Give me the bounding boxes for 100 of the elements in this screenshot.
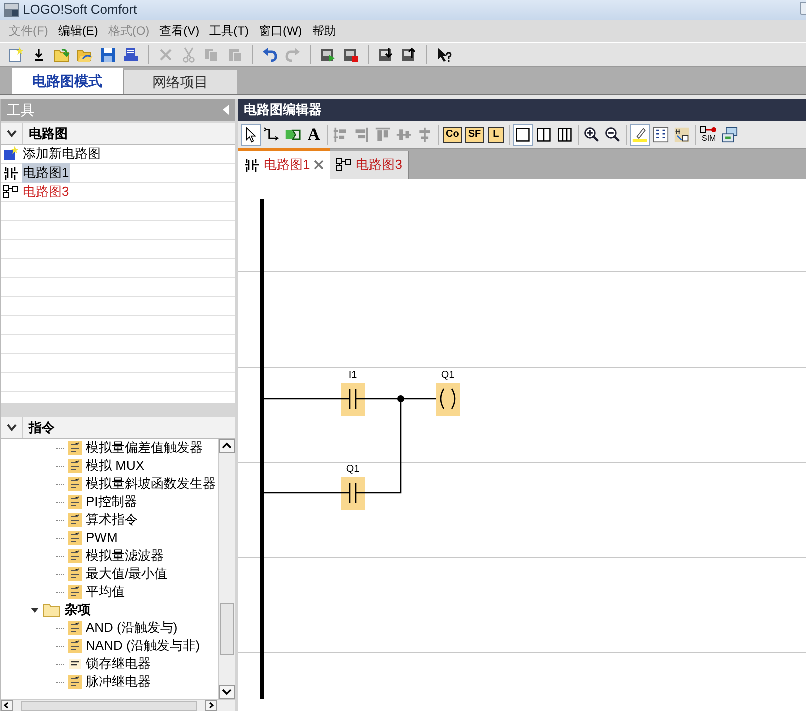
scroll-left-icon[interactable]: [1, 700, 13, 711]
ladder-icon: [244, 157, 260, 173]
menu-item[interactable]: 帮助: [307, 22, 342, 40]
instruction-item[interactable]: 锁存继电器: [86, 654, 151, 674]
pencil-icon: [632, 126, 648, 142]
block-icon: [68, 477, 82, 491]
diagram-list-item[interactable]: 添加新电路图: [22, 145, 102, 164]
menu-item[interactable]: 窗口(W): [254, 22, 308, 40]
diagram-tab[interactable]: 电路图3: [330, 151, 410, 179]
sim-icon: [700, 126, 718, 135]
print-icon: [123, 46, 139, 62]
menu-item[interactable]: 编辑(E): [53, 22, 104, 40]
block-icon: [68, 639, 82, 653]
three-pane-icon: [557, 126, 574, 142]
online-test-icon: [722, 126, 738, 142]
menu-item[interactable]: 查看(V): [154, 22, 205, 40]
chevron-icon[interactable]: [6, 424, 16, 432]
window-title: LOGO!Soft Comfort: [23, 1, 138, 20]
diagram-list-item[interactable]: 电路图3: [22, 182, 70, 202]
editor-tool-button[interactable]: SIM: [699, 124, 720, 146]
align-center-icon: [417, 126, 433, 142]
element-label: I1: [348, 370, 358, 381]
expand-arrow-icon[interactable]: [31, 606, 39, 614]
cut-icon: [181, 46, 197, 62]
align-middle-icon: [396, 126, 412, 142]
folder-icon: [43, 602, 61, 618]
block-icon: [68, 531, 82, 545]
instruction-item[interactable]: 最大值/最小值: [86, 564, 168, 584]
new-document-icon: [8, 46, 24, 62]
mapping-icon: [674, 126, 690, 142]
align-left-icon: [333, 126, 349, 142]
menu-item[interactable]: 工具(T): [204, 22, 254, 40]
block-icon: [68, 567, 82, 581]
connector-icon: [264, 126, 280, 142]
contact-symbol[interactable]: [340, 477, 366, 510]
scroll-right-icon[interactable]: [205, 700, 217, 711]
editor-tool-button[interactable]: [630, 124, 650, 146]
instruction-item[interactable]: PI控制器: [86, 492, 138, 512]
block-icon: [68, 513, 82, 527]
section-title: 指令: [28, 418, 55, 437]
save-icon: [100, 46, 116, 62]
two-pane-icon: [536, 126, 552, 142]
help-pointer-icon: [436, 46, 452, 62]
align-right-icon: [354, 126, 370, 142]
folder-arrow-icon: [54, 46, 70, 62]
redo-icon: [285, 46, 301, 62]
instruction-item[interactable]: 模拟 MUX: [86, 456, 144, 476]
single-pane-icon: [515, 126, 532, 142]
undo-icon: [262, 46, 278, 62]
block-icon: [68, 441, 82, 455]
instruction-item[interactable]: NAND (沿触发与非): [86, 636, 200, 656]
block-diagram-icon: [3, 184, 19, 200]
editor-tool-button[interactable]: [513, 124, 534, 146]
editor-tool-button[interactable]: [241, 124, 261, 146]
vertical-scrollbar[interactable]: [218, 439, 235, 699]
diagram-tab[interactable]: 电路图1: [238, 148, 330, 179]
block-icon: [68, 459, 82, 473]
download-icon: [378, 46, 394, 62]
instruction-item[interactable]: 算术指令: [86, 510, 138, 530]
instruction-item[interactable]: PWM: [86, 528, 118, 548]
mode-tab[interactable]: 网络项目: [123, 70, 237, 94]
copy-icon: [204, 46, 220, 62]
block-icon: [68, 657, 82, 671]
delete-icon: [158, 46, 174, 62]
align-top-icon: [375, 126, 391, 142]
horizontal-scrollbar[interactable]: [1, 699, 235, 711]
instruction-item[interactable]: 模拟量滤波器: [86, 546, 164, 566]
editor-tool-button[interactable]: A: [304, 124, 324, 146]
block-icon: [68, 495, 82, 509]
block-icon: [68, 621, 82, 635]
section-header[interactable]: 电路图: [1, 123, 235, 145]
instruction-item[interactable]: AND (沿触发与): [86, 618, 178, 638]
pointer-icon: [243, 126, 259, 142]
junction-dot: [398, 396, 404, 402]
contact-symbol[interactable]: [340, 383, 366, 416]
instruction-item[interactable]: 模拟量偏差值触发器: [86, 439, 203, 458]
instruction-item[interactable]: 平均值: [86, 582, 125, 602]
diagram-list-item[interactable]: 电路图1: [22, 163, 70, 183]
scrollbar-thumb[interactable]: [220, 603, 234, 655]
panel-title: 电路图编辑器: [244, 101, 322, 120]
instruction-item[interactable]: 模拟量斜坡函数发生器: [86, 474, 216, 494]
block-icon: [68, 549, 82, 563]
section-header[interactable]: 指令: [1, 417, 235, 439]
coil-symbol[interactable]: [436, 383, 460, 416]
scroll-up-icon[interactable]: [219, 439, 235, 453]
close-icon[interactable]: [314, 160, 324, 170]
block-icon: [68, 675, 82, 689]
upload-icon: [401, 46, 417, 62]
chevron-icon[interactable]: [6, 130, 16, 138]
folder-item[interactable]: 杂项: [65, 600, 91, 620]
ladder-icon: [3, 165, 19, 181]
zoom-out-icon: [605, 126, 622, 142]
mode-tab[interactable]: 电路图模式: [12, 68, 123, 94]
diagram-canvas[interactable]: I1 Q1 Q1: [238, 179, 806, 711]
zoom-in-icon: [584, 126, 600, 142]
instruction-item[interactable]: 脉冲继电器: [86, 672, 151, 692]
scroll-down-icon[interactable]: [219, 685, 235, 699]
new-diagram-icon: [3, 146, 19, 162]
panel-title: 工具: [7, 100, 35, 120]
section-title: 电路图: [28, 124, 68, 143]
